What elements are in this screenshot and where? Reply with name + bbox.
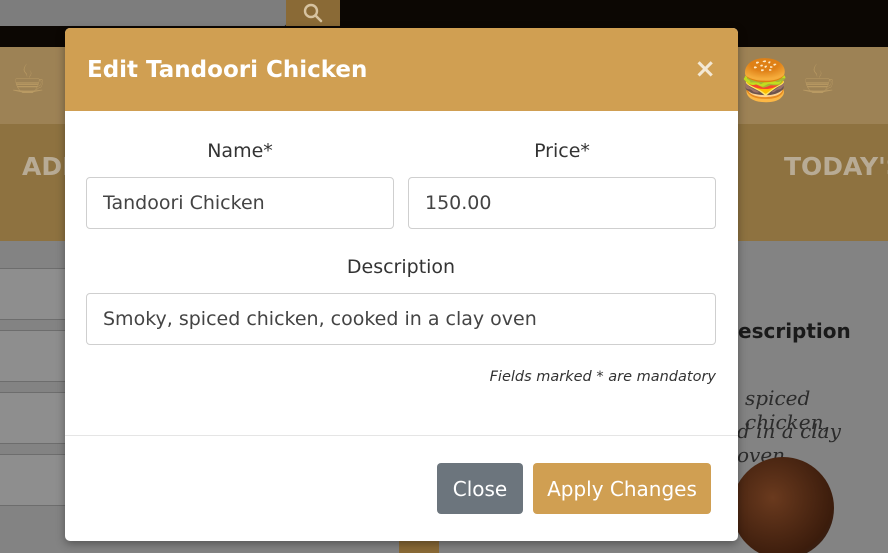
apply-changes-button[interactable]: Apply Changes xyxy=(533,463,711,514)
footer-divider xyxy=(65,435,738,436)
name-label: Name* xyxy=(207,140,273,162)
close-button[interactable]: Close xyxy=(437,463,523,514)
list-item xyxy=(0,330,66,382)
nav-item-today[interactable]: TODAY'S xyxy=(784,152,888,181)
search-button[interactable] xyxy=(286,0,340,26)
mandatory-note: Fields marked * are mandatory xyxy=(489,369,716,385)
price-input[interactable] xyxy=(408,177,716,229)
list-item xyxy=(0,392,66,444)
name-input[interactable] xyxy=(86,177,394,229)
row-description-line2: d in a clay oven xyxy=(737,419,841,467)
price-label: Price* xyxy=(534,140,590,162)
dish-thumbnail xyxy=(732,457,834,553)
close-icon[interactable]: × xyxy=(694,56,716,82)
description-label: Description xyxy=(346,256,456,278)
modal-body: Name* Price* Description Fields marked *… xyxy=(65,111,738,436)
modal-header: Edit Tandoori Chicken × xyxy=(65,28,738,111)
description-input[interactable] xyxy=(86,293,716,345)
search-input[interactable] xyxy=(0,0,286,26)
edit-dish-modal: Edit Tandoori Chicken × Name* Price* Des… xyxy=(65,28,738,541)
nav-item-left[interactable]: ADI xyxy=(22,152,71,181)
list-item xyxy=(0,454,66,506)
modal-title: Edit Tandoori Chicken xyxy=(87,56,368,83)
list-item xyxy=(0,268,66,320)
column-heading-description: escription xyxy=(738,319,851,343)
background-button xyxy=(399,540,439,553)
search-icon xyxy=(303,3,323,23)
